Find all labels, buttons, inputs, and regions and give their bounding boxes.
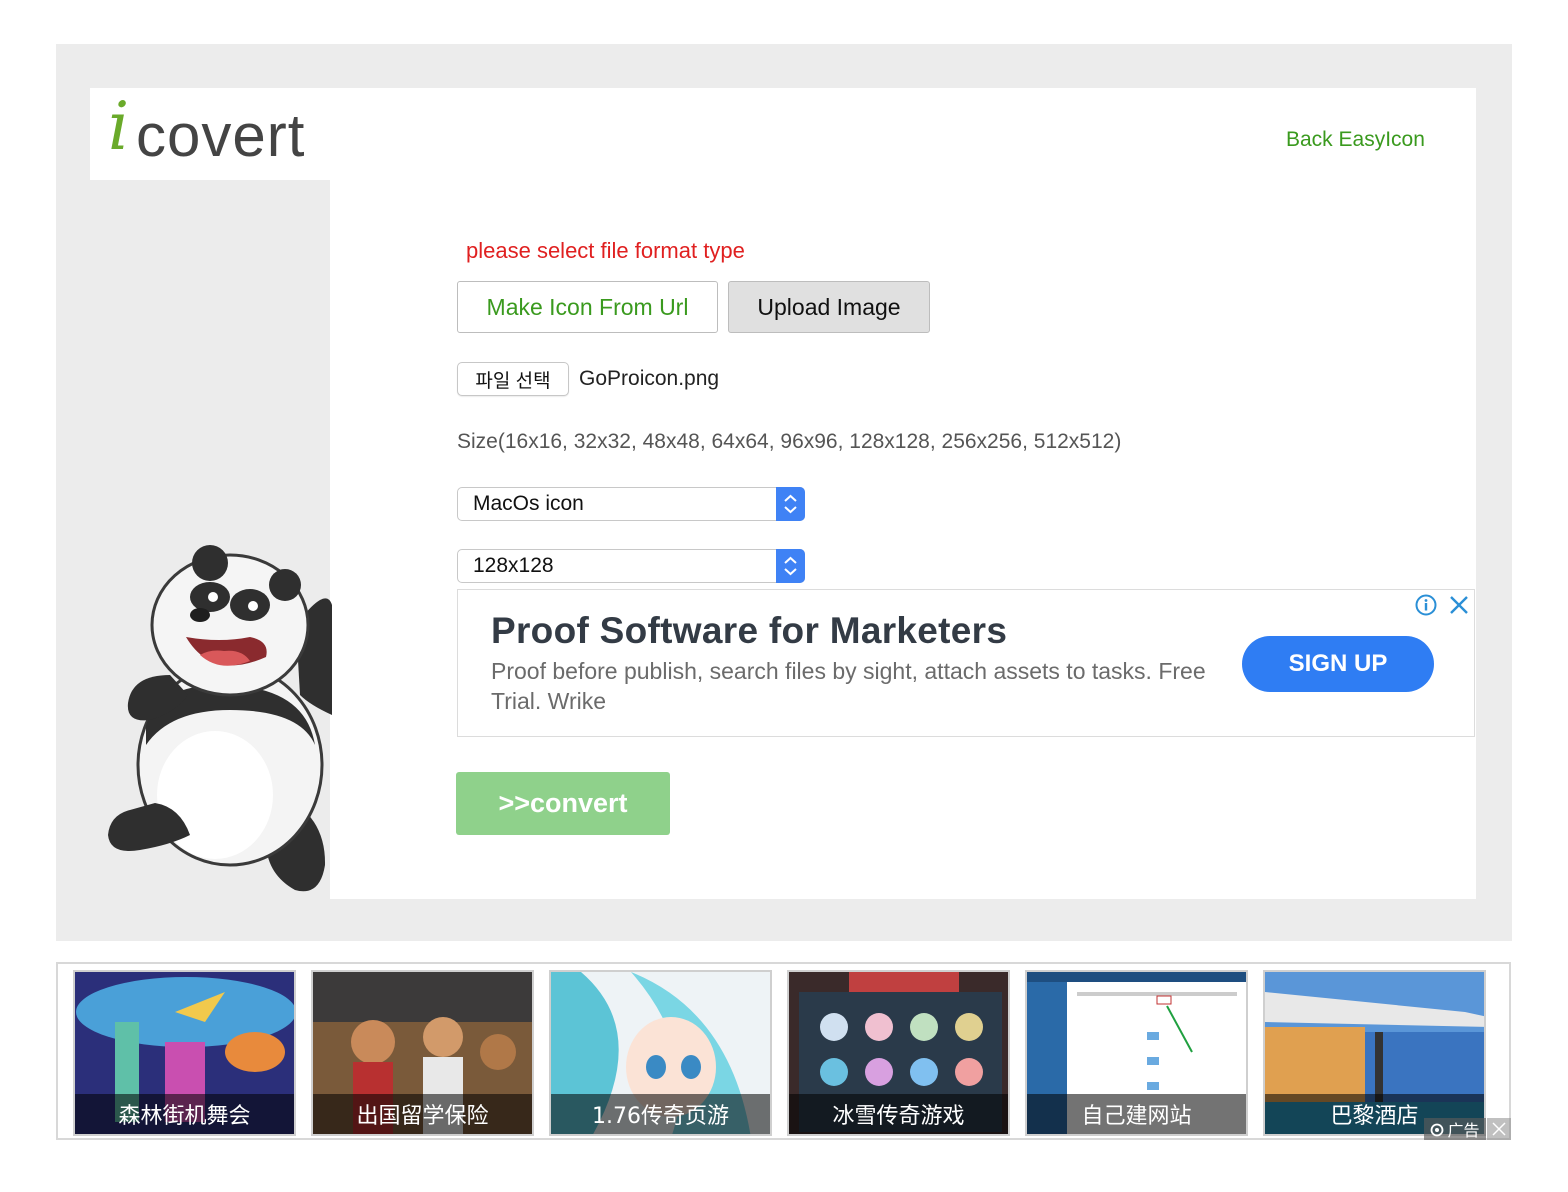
bottom-ad-item[interactable]: 冰雪传奇游戏 — [787, 970, 1010, 1136]
bottom-ad-strip: 森林街机舞会 出国留学保险 1.76传奇页游 冰雪传奇游戏 自己建网站 巴黎酒店 — [56, 962, 1511, 1140]
bottom-ad-item[interactable]: 森林街机舞会 — [73, 970, 296, 1136]
chevron-updown-icon — [776, 487, 805, 521]
panda-mascot — [100, 545, 332, 900]
bottom-ad-caption: 出国留学保险 — [313, 1094, 532, 1134]
ad-description: Proof before publish, search files by si… — [491, 658, 1206, 714]
back-easyicon-link[interactable]: Back EasyIcon — [1286, 128, 1425, 152]
bottom-ad-caption: 自己建网站 — [1027, 1094, 1246, 1134]
logo-text: covert — [136, 102, 306, 169]
bottom-ad-item[interactable]: 自己建网站 — [1025, 970, 1248, 1136]
logo-mark: i — [108, 88, 130, 165]
bottom-ad-caption: 森林街机舞会 — [75, 1094, 294, 1134]
upload-image-button[interactable]: Upload Image — [728, 281, 930, 333]
make-icon-from-url-button[interactable]: Make Icon From Url — [457, 281, 718, 333]
format-select-value: MacOs icon — [473, 492, 584, 515]
ad-title[interactable]: Proof Software for Marketers — [491, 610, 1007, 652]
size-info: Size(16x16, 32x32, 48x48, 64x64, 96x96, … — [457, 430, 1122, 453]
close-icon[interactable] — [1448, 594, 1470, 616]
file-select-button[interactable]: 파일 선택 — [457, 362, 569, 396]
bottom-ad-caption: 1.76传奇页游 — [551, 1094, 770, 1134]
advertisement-banner[interactable]: Proof Software for Marketers Proof befor… — [457, 589, 1475, 737]
format-select[interactable]: MacOs icon — [457, 487, 805, 521]
bottom-ad-item[interactable]: 巴黎酒店 — [1263, 970, 1486, 1136]
format-prompt: please select file format type — [466, 238, 745, 263]
size-select[interactable]: 128x128 — [457, 549, 805, 583]
bottom-ad-item[interactable]: 出国留学保险 — [311, 970, 534, 1136]
bottom-ad-item[interactable]: 1.76传奇页游 — [549, 970, 772, 1136]
ad-signup-button[interactable]: SIGN UP — [1242, 636, 1434, 692]
info-icon[interactable] — [1415, 594, 1437, 616]
convert-button[interactable]: >>convert — [456, 772, 670, 835]
chevron-updown-icon — [776, 549, 805, 583]
ad-choice-icon — [1430, 1122, 1444, 1137]
ad-badge-label: 广告 — [1447, 1121, 1480, 1140]
logo[interactable]: i covert — [90, 88, 330, 180]
selected-file-name: GoProicon.png — [579, 367, 720, 390]
bottom-ad-caption: 冰雪传奇游戏 — [789, 1094, 1008, 1134]
ad-badge[interactable]: 广告 — [1424, 1118, 1486, 1140]
close-icon[interactable] — [1487, 1118, 1511, 1140]
size-select-value: 128x128 — [473, 554, 554, 577]
